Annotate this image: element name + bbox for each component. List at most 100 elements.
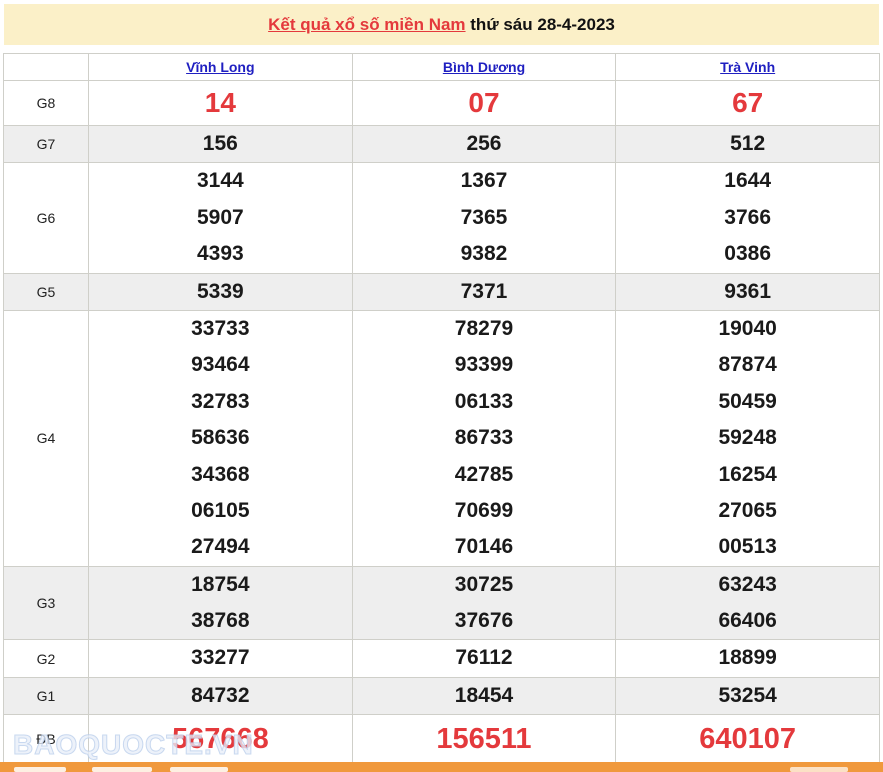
column-header-tra-vinh: Trà Vinh: [616, 54, 880, 81]
cell-ĐB-col0: 567668: [89, 715, 353, 764]
footer-clipped-text: [14, 767, 66, 772]
page-title: Kết quả xổ số miền Nam thứ sáu 28-4-2023: [4, 4, 879, 45]
prize-number: 512: [616, 126, 879, 162]
prize-number: 27065: [616, 493, 879, 529]
table-row-G4: G433733934643278358636343680610527494782…: [4, 310, 880, 566]
cell-G7-col0: 156: [89, 126, 353, 163]
prize-number: 00513: [616, 529, 879, 565]
table-row-ĐB: ĐB567668156511640107: [4, 715, 880, 764]
prize-number: 16254: [616, 457, 879, 493]
cell-G2-col0: 33277: [89, 640, 353, 677]
cell-G5-col1: 7371: [352, 273, 616, 310]
cell-G1-col2: 53254: [616, 677, 880, 714]
prize-number: 5339: [89, 274, 352, 310]
prize-number: 9361: [616, 274, 879, 310]
prize-number: 84732: [89, 678, 352, 714]
table-row-G3: G3187543876830725376766324366406: [4, 566, 880, 640]
prize-number: 1644: [616, 163, 879, 199]
prize-number: 18454: [353, 678, 616, 714]
cell-G4-col0: 33733934643278358636343680610527494: [89, 310, 353, 566]
column-header-vinh-long: Vĩnh Long: [89, 54, 353, 81]
row-label: ĐB: [4, 715, 89, 764]
prize-number: 18899: [616, 640, 879, 676]
cell-G8-col1: 07: [352, 81, 616, 126]
prize-number: 156: [89, 126, 352, 162]
cell-G2-col1: 76112: [352, 640, 616, 677]
row-label: G8: [4, 81, 89, 126]
prize-number: 4393: [89, 236, 352, 272]
prize-number: 93464: [89, 347, 352, 383]
cell-G3-col0: 1875438768: [89, 566, 353, 640]
prize-number: 640107: [616, 715, 879, 763]
prize-number: 66406: [616, 603, 879, 639]
table-row-G6: G6314459074393136773659382164437660386: [4, 163, 880, 273]
row-label: G5: [4, 273, 89, 310]
prize-number: 33733: [89, 311, 352, 347]
cell-G1-col0: 84732: [89, 677, 353, 714]
title-link[interactable]: Kết quả xổ số miền Nam: [268, 15, 465, 35]
row-label: G6: [4, 163, 89, 273]
cell-ĐB-col1: 156511: [352, 715, 616, 764]
prize-number: 1367: [353, 163, 616, 199]
cell-G5-col2: 9361: [616, 273, 880, 310]
cell-G6-col1: 136773659382: [352, 163, 616, 273]
prize-number: 5907: [89, 200, 352, 236]
row-label: G1: [4, 677, 89, 714]
table-row-G2: G2332777611218899: [4, 640, 880, 677]
results-table: Vĩnh Long Bình Dương Trà Vinh G8140767G7…: [3, 53, 880, 764]
prize-number: 42785: [353, 457, 616, 493]
cell-G2-col2: 18899: [616, 640, 880, 677]
province-link-binh-duong[interactable]: Bình Dương: [443, 59, 525, 75]
prize-number: 7365: [353, 200, 616, 236]
cell-G8-col2: 67: [616, 81, 880, 126]
province-link-vinh-long[interactable]: Vĩnh Long: [186, 59, 254, 75]
cell-G7-col2: 512: [616, 126, 880, 163]
prize-number: 06105: [89, 493, 352, 529]
prize-number: 567668: [89, 715, 352, 763]
table-row-G1: G1847321845453254: [4, 677, 880, 714]
prize-number: 37676: [353, 603, 616, 639]
prize-number: 93399: [353, 347, 616, 383]
cell-G6-col2: 164437660386: [616, 163, 880, 273]
prize-number: 7371: [353, 274, 616, 310]
cell-G3-col1: 3072537676: [352, 566, 616, 640]
cell-G4-col2: 19040878745045959248162542706500513: [616, 310, 880, 566]
prize-number: 87874: [616, 347, 879, 383]
prize-number: 58636: [89, 420, 352, 456]
prize-number: 38768: [89, 603, 352, 639]
prize-number: 30725: [353, 567, 616, 603]
column-header-binh-duong: Bình Dương: [352, 54, 616, 81]
cell-G1-col1: 18454: [352, 677, 616, 714]
cell-ĐB-col2: 640107: [616, 715, 880, 764]
table-row-G8: G8140767: [4, 81, 880, 126]
prize-number: 78279: [353, 311, 616, 347]
prize-number: 59248: [616, 420, 879, 456]
table-row-G7: G7156256512: [4, 126, 880, 163]
footer-clipped-text: [170, 767, 228, 772]
prize-number: 70699: [353, 493, 616, 529]
prize-number: 53254: [616, 678, 879, 714]
prize-number: 63243: [616, 567, 879, 603]
province-link-tra-vinh[interactable]: Trà Vinh: [720, 59, 775, 75]
table-header-row: Vĩnh Long Bình Dương Trà Vinh: [4, 54, 880, 81]
cell-G3-col2: 6324366406: [616, 566, 880, 640]
cell-G5-col0: 5339: [89, 273, 353, 310]
cell-G7-col1: 256: [352, 126, 616, 163]
prize-number: 33277: [89, 640, 352, 676]
prize-number: 70146: [353, 529, 616, 565]
table-row-G5: G5533973719361: [4, 273, 880, 310]
prize-number: 3766: [616, 200, 879, 236]
footer-clipped-text: [92, 767, 152, 772]
prize-number: 14: [89, 81, 352, 125]
title-date: thứ sáu 28-4-2023: [466, 15, 615, 35]
prize-number: 156511: [353, 715, 616, 763]
row-label: G2: [4, 640, 89, 677]
row-label: G4: [4, 310, 89, 566]
footer-bar: [0, 762, 883, 772]
prize-number: 3144: [89, 163, 352, 199]
prize-number: 50459: [616, 384, 879, 420]
prize-number: 9382: [353, 236, 616, 272]
prize-number: 06133: [353, 384, 616, 420]
footer-clipped-text: [790, 767, 848, 772]
prize-number: 34368: [89, 457, 352, 493]
